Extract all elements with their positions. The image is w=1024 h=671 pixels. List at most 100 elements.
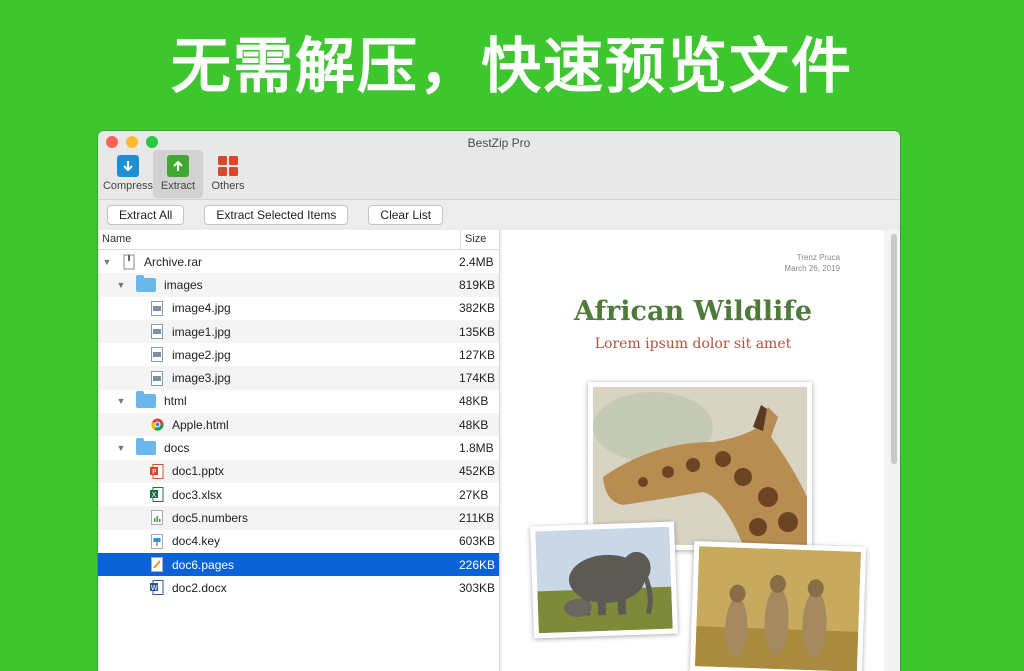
file-size: 127KB: [459, 347, 496, 362]
file-name-cell: ▼ Archive.rar: [98, 254, 499, 270]
file-name-cell: Wdoc2.docx: [98, 580, 499, 596]
file-name: doc6.pages: [172, 557, 235, 572]
extract-selected-button[interactable]: Extract Selected Items: [204, 205, 349, 225]
folder-icon: [136, 438, 156, 456]
file-size: 382KB: [459, 301, 496, 316]
file-size: 1.8MB: [459, 441, 494, 456]
file-row[interactable]: ▼ html 48KB: [98, 390, 499, 413]
pages-icon: [150, 557, 164, 573]
file-name-cell: ▼ docs: [98, 438, 499, 456]
file-row[interactable]: doc6.pages 226KB: [98, 552, 499, 577]
file-name-cell: ▼ images: [98, 274, 499, 292]
file-row[interactable]: Pdoc1.pptx 452KB: [98, 459, 499, 483]
numbers-icon: [150, 510, 164, 526]
word-icon: W: [150, 580, 164, 596]
file-name: doc2.docx: [172, 580, 227, 595]
disclosure-triangle-icon[interactable]: ▼: [116, 396, 126, 406]
file-row[interactable]: Xdoc3.xlsx 27KB: [98, 483, 499, 506]
compress-button[interactable]: Compress: [103, 150, 153, 198]
file-name-cell: doc4.key: [98, 533, 499, 549]
file-row[interactable]: Apple.html 48KB: [98, 413, 499, 437]
file-row[interactable]: image2.jpg 127KB: [98, 343, 499, 366]
extract-button[interactable]: Extract: [153, 150, 203, 198]
file-name-cell: Pdoc1.pptx: [98, 463, 499, 479]
size-column-header[interactable]: Size: [461, 230, 486, 249]
file-rows: ▼ Archive.rar 2.4MB ▼ images 819KB image4.jpg 3…: [98, 250, 499, 599]
keynote-icon: [150, 533, 164, 549]
file-name-cell: image3.jpg: [98, 370, 499, 386]
file-name: image3.jpg: [172, 371, 231, 386]
file-size: 48KB: [459, 417, 489, 432]
action-bar: Extract All Extract Selected Items Clear…: [98, 200, 900, 231]
disclosure-triangle-icon[interactable]: ▼: [102, 257, 112, 267]
file-list: Name Size ▼ Archive.rar 2.4MB ▼ images 819KB i…: [98, 230, 500, 671]
image-file-icon: [150, 324, 164, 340]
file-name-cell: image2.jpg: [98, 347, 499, 363]
svg-text:P: P: [152, 468, 156, 476]
title-bar: BestZip Pro Compress Extract Others: [98, 131, 900, 200]
file-row[interactable]: ▼ docs 1.8MB: [98, 436, 499, 459]
file-size: 135KB: [459, 324, 496, 339]
file-name: image2.jpg: [172, 347, 231, 362]
file-name: Apple.html: [172, 417, 229, 432]
file-row[interactable]: ▼ images 819KB: [98, 273, 499, 297]
file-name: Archive.rar: [144, 254, 203, 269]
preview-pane: Trenz Pruca March 26, 2019 African Wildl…: [500, 230, 900, 671]
document-author: Trenz Pruca: [796, 253, 840, 262]
document-title: African Wildlife: [573, 296, 813, 327]
file-name: doc4.key: [172, 534, 221, 549]
file-name: doc1.pptx: [172, 464, 225, 479]
grid-icon: [217, 155, 239, 177]
disclosure-triangle-icon[interactable]: ▼: [116, 443, 126, 453]
file-name-cell: Xdoc3.xlsx: [98, 487, 499, 503]
clear-list-button[interactable]: Clear List: [368, 205, 444, 225]
file-row[interactable]: Wdoc2.docx 303KB: [98, 576, 499, 599]
toolbar: Compress Extract Others: [103, 150, 253, 198]
file-size: 2.4MB: [459, 254, 494, 269]
file-row[interactable]: image4.jpg 382KB: [98, 297, 499, 320]
folder-icon: [136, 274, 156, 292]
file-name: doc5.numbers: [172, 510, 249, 525]
disclosure-triangle-icon[interactable]: ▼: [116, 280, 126, 290]
file-name-cell: doc6.pages: [98, 557, 499, 573]
file-size: 48KB: [459, 394, 489, 409]
document-meta: Trenz Pruca March 26, 2019: [784, 252, 840, 274]
window-title: BestZip Pro: [467, 136, 531, 150]
file-row[interactable]: ▼ Archive.rar 2.4MB: [98, 250, 499, 273]
document-date: March 26, 2019: [784, 264, 840, 273]
excel-icon: X: [150, 487, 164, 503]
file-name-cell: ▼ html: [98, 391, 499, 409]
file-name: images: [164, 277, 203, 292]
file-size: 303KB: [459, 580, 496, 595]
app-window: BestZip Pro Compress Extract Others Extr…: [98, 131, 900, 671]
archive-icon: [122, 254, 136, 270]
folder-icon: [136, 391, 156, 409]
file-name: image4.jpg: [172, 301, 231, 316]
file-size: 819KB: [459, 277, 496, 292]
file-row[interactable]: image1.jpg 135KB: [98, 319, 499, 344]
image-file-icon: [150, 300, 164, 316]
name-column-header[interactable]: Name: [98, 230, 461, 249]
file-name-cell: image1.jpg: [98, 324, 499, 340]
others-button[interactable]: Others: [203, 150, 253, 198]
file-row[interactable]: image3.jpg 174KB: [98, 366, 499, 390]
document-subtitle: Lorem ipsum dolor sit amet: [594, 336, 792, 352]
file-size: 603KB: [459, 534, 496, 549]
column-header: Name Size: [98, 230, 499, 250]
document-preview: Trenz Pruca March 26, 2019 African Wildl…: [502, 230, 884, 671]
compress-label: Compress: [102, 180, 154, 192]
svg-text:X: X: [152, 491, 157, 499]
preview-scrollbar[interactable]: [891, 234, 897, 464]
file-row[interactable]: doc5.numbers 211KB: [98, 506, 499, 530]
file-name: docs: [164, 441, 190, 456]
file-name: html: [164, 394, 187, 409]
file-name-cell: doc5.numbers: [98, 510, 499, 526]
file-row[interactable]: doc4.key 603KB: [98, 530, 499, 553]
elephant-photo: [530, 521, 678, 639]
image-file-icon: [150, 347, 164, 363]
extract-all-button[interactable]: Extract All: [107, 205, 185, 225]
file-size: 226KB: [459, 557, 496, 572]
main-content: Name Size ▼ Archive.rar 2.4MB ▼ images 819KB i…: [98, 230, 900, 671]
others-label: Others: [211, 180, 245, 192]
file-name: doc3.xlsx: [172, 487, 223, 502]
